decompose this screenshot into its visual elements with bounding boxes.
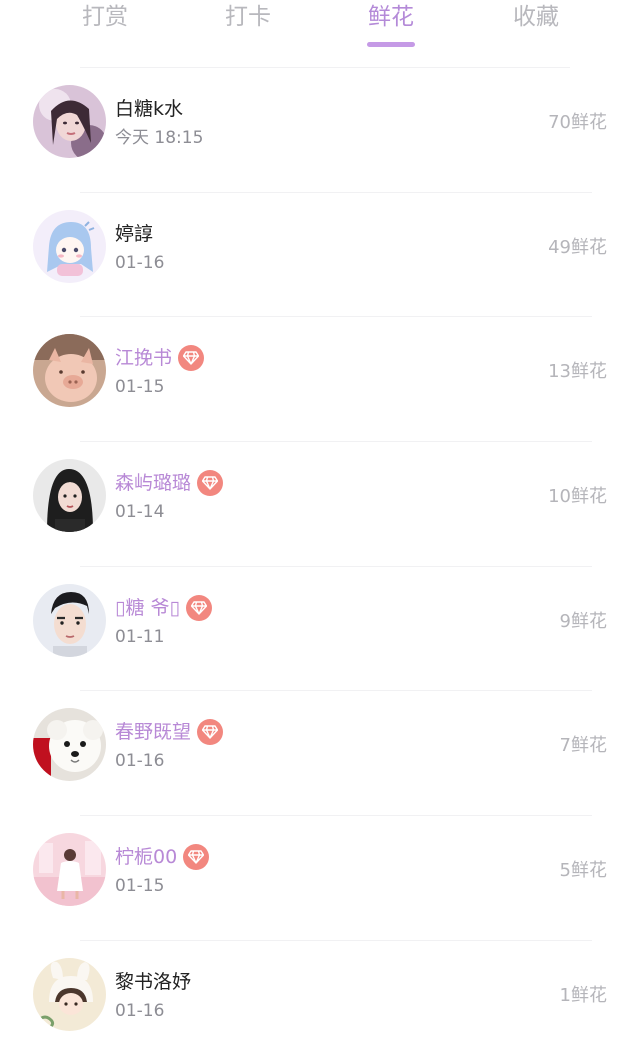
diamond-vip-icon [197, 719, 224, 746]
tab-favorites-label: 收藏 [513, 4, 559, 30]
tab-favorites[interactable]: 收藏 [481, 2, 591, 52]
gift-date: 01-16 [115, 1000, 165, 1021]
user-name[interactable]: 江挽书 [115, 345, 172, 371]
bunny-hat-girl-avatar[interactable] [33, 957, 106, 1031]
list-item[interactable]: 森屿璐璐 01-14 10鲜花 [0, 442, 640, 567]
active-tab-indicator [367, 42, 415, 47]
flower-ranking-page: 打赏 打卡 鲜花 收藏 白糖k水 今天 18:15 70鲜花 婷諄 01-16 … [0, 0, 640, 1047]
user-name[interactable]: 柠栀00 [115, 844, 177, 870]
flower-count: 1鲜花 [559, 984, 607, 1006]
gift-date: 01-16 [115, 252, 165, 273]
cartoon-girl-avatar[interactable] [33, 209, 106, 283]
girl-portrait-avatar[interactable] [33, 85, 106, 158]
flower-count: 5鲜花 [559, 860, 607, 882]
tab-checkin-label: 打卡 [225, 4, 271, 30]
gift-date: 01-11 [115, 626, 165, 647]
boy-portrait-avatar[interactable] [33, 583, 106, 657]
gift-date: 今天 18:15 [115, 128, 204, 148]
list-item[interactable]: ▯糖 爷▯ 01-11 9鲜花 [0, 567, 640, 692]
user-name[interactable]: 白糖k水 [115, 96, 183, 122]
tab-reward[interactable]: 打赏 [50, 2, 160, 52]
gift-date: 01-15 [115, 377, 165, 398]
list-item[interactable]: 柠栀00 01-15 5鲜花 [0, 816, 640, 941]
gift-date: 01-14 [115, 502, 165, 523]
user-name[interactable]: 黎书洛妤 [115, 969, 191, 995]
list-item[interactable]: 婷諄 01-16 49鲜花 [0, 193, 640, 318]
white-dog-avatar[interactable] [33, 708, 106, 782]
user-name[interactable]: 婷諄 [115, 221, 153, 247]
list-item[interactable]: 春野既望 01-16 7鲜花 [0, 691, 640, 817]
tab-bar: 打赏 打卡 鲜花 收藏 [0, 0, 640, 62]
diamond-vip-icon [178, 345, 205, 372]
tab-flowers-label: 鲜花 [368, 4, 414, 30]
user-name[interactable]: 森屿璐璐 [115, 470, 191, 496]
tab-reward-label: 打赏 [82, 4, 128, 30]
gift-date: 01-16 [115, 751, 165, 772]
plush-pig-avatar[interactable] [33, 334, 106, 408]
girl-dark-hair-avatar[interactable] [33, 459, 106, 533]
user-name[interactable]: ▯糖 爷▯ [115, 595, 180, 621]
pink-room-avatar[interactable] [33, 833, 106, 907]
list-item[interactable]: 黎书洛妤 01-16 1鲜花 [0, 941, 640, 1047]
tab-checkin[interactable]: 打卡 [193, 2, 303, 52]
diamond-vip-icon [185, 594, 212, 621]
flower-count: 9鲜花 [559, 610, 607, 632]
flower-count: 13鲜花 [548, 361, 607, 383]
list-item[interactable]: 江挽书 01-15 13鲜花 [0, 317, 640, 443]
user-name[interactable]: 春野既望 [115, 719, 191, 745]
flower-count: 49鲜花 [548, 236, 607, 258]
list-item[interactable]: 白糖k水 今天 18:15 70鲜花 [0, 68, 640, 193]
flower-count: 7鲜花 [559, 735, 607, 757]
gift-date: 01-15 [115, 876, 165, 897]
diamond-vip-icon [197, 470, 224, 497]
flower-count: 10鲜花 [548, 486, 607, 508]
flower-giver-list: 白糖k水 今天 18:15 70鲜花 婷諄 01-16 49鲜花 江挽书 01-… [0, 68, 640, 1047]
tab-flowers[interactable]: 鲜花 [336, 2, 446, 52]
diamond-vip-icon [183, 844, 210, 871]
flower-count: 70鲜花 [548, 112, 607, 133]
